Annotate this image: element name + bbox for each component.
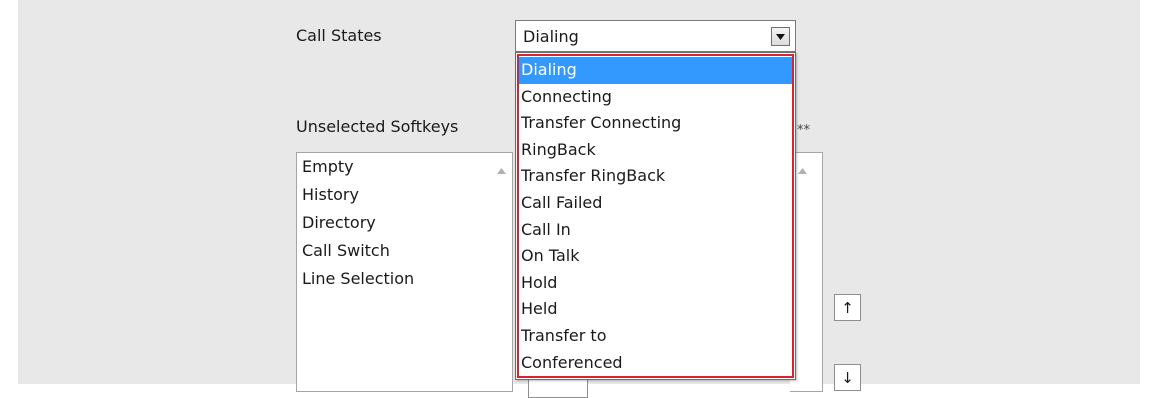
call-states-dropdown-list[interactable]: Dialing Connecting Transfer Connecting R… — [515, 52, 796, 380]
unselected-softkeys-list[interactable]: Empty History Directory Call Switch Line… — [296, 152, 513, 392]
list-item[interactable]: History — [297, 181, 512, 209]
call-states-select-value: Dialing — [523, 27, 579, 46]
dropdown-option[interactable]: Transfer Connecting — [519, 110, 792, 137]
move-down-button[interactable]: ↓ — [834, 364, 861, 391]
list-item[interactable]: Empty — [297, 153, 512, 181]
dropdown-option[interactable]: Conferenced — [519, 350, 792, 377]
dropdown-option[interactable]: Transfer to — [519, 323, 792, 350]
call-states-label: Call States — [296, 26, 382, 45]
dropdown-option[interactable]: RingBack — [519, 137, 792, 164]
scroll-up-arrow-icon[interactable] — [497, 159, 506, 178]
chevron-down-icon[interactable] — [771, 27, 790, 46]
dropdown-option[interactable]: Call Failed — [519, 190, 792, 217]
list-item[interactable]: Line Selection — [297, 265, 512, 293]
dropdown-option[interactable]: Hold — [519, 270, 792, 297]
move-up-button[interactable]: ↑ — [834, 294, 861, 321]
list-item[interactable]: Call Switch — [297, 237, 512, 265]
dropdown-option[interactable]: On Talk — [519, 243, 792, 270]
dropdown-option[interactable]: Connecting — [519, 84, 792, 111]
dropdown-highlight-frame: Dialing Connecting Transfer Connecting R… — [517, 54, 794, 378]
scroll-up-arrow-icon[interactable] — [798, 159, 807, 178]
dropdown-option[interactable]: Transfer RingBack — [519, 163, 792, 190]
dropdown-option[interactable]: Held — [519, 296, 792, 323]
move-button-partially-hidden[interactable] — [528, 378, 588, 398]
list-item[interactable]: Directory — [297, 209, 512, 237]
unselected-softkeys-label: Unselected Softkeys — [296, 117, 459, 136]
call-states-select[interactable]: Dialing — [515, 20, 796, 52]
selected-softkeys-label-fragment: ** — [797, 123, 810, 138]
dropdown-option[interactable]: Call In — [519, 217, 792, 244]
dropdown-option[interactable]: Dialing — [519, 57, 792, 84]
